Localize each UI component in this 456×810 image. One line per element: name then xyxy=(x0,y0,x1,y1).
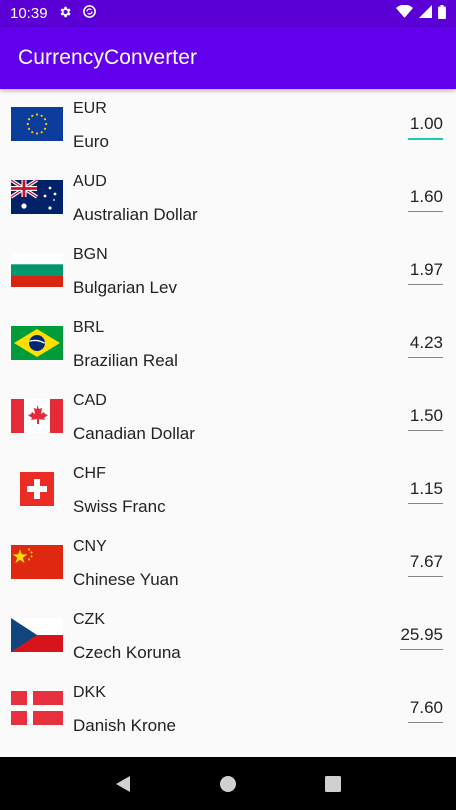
currency-row-dkk[interactable]: DKK Danish Krone 7.60 xyxy=(0,673,456,746)
bulgaria-flag-icon xyxy=(11,253,63,287)
brazil-flag-icon xyxy=(11,326,63,360)
home-icon[interactable] xyxy=(213,769,243,799)
amount-input-brl[interactable]: 4.23 xyxy=(408,333,443,358)
currency-name: Danish Krone xyxy=(73,716,177,735)
sync-icon xyxy=(82,4,97,23)
status-bar: 10:39 xyxy=(0,0,456,27)
currency-code: EUR xyxy=(73,100,107,117)
currency-name: Euro xyxy=(73,132,109,151)
back-icon[interactable] xyxy=(108,769,138,799)
currency-name: Swiss Franc xyxy=(73,497,166,516)
currency-name: Chinese Yuan xyxy=(73,570,179,589)
app-bar: CurrencyConverter xyxy=(0,27,456,89)
recents-icon[interactable] xyxy=(318,769,348,799)
currency-name: Australian Dollar xyxy=(73,205,198,224)
currency-code: DKK xyxy=(73,684,106,701)
amount-input-czk[interactable]: 25.95 xyxy=(400,625,443,650)
settings-icon xyxy=(58,5,72,23)
currency-row-bgn[interactable]: BGN Bulgarian Lev 1.97 xyxy=(0,235,456,308)
denmark-flag-icon xyxy=(11,691,63,725)
currency-list: EUR Euro 1.00 AUD Australian Dollar 1.60 xyxy=(0,89,456,757)
currency-row-cad[interactable]: CAD Canadian Dollar 1.50 xyxy=(0,381,456,454)
currency-row-eur[interactable]: EUR Euro 1.00 xyxy=(0,89,456,162)
canada-flag-icon xyxy=(11,399,63,433)
currency-code: AUD xyxy=(73,173,107,190)
wifi-icon xyxy=(396,4,413,22)
signal-icon xyxy=(419,5,432,22)
australia-flag-icon xyxy=(11,180,63,214)
status-time: 10:39 xyxy=(10,5,48,22)
currency-code: BGN xyxy=(73,246,108,263)
currency-code: BRL xyxy=(73,319,105,336)
amount-input-bgn[interactable]: 1.97 xyxy=(408,260,443,285)
czech-flag-icon xyxy=(11,618,63,652)
currency-row-czk[interactable]: CZK Czech Koruna 25.95 xyxy=(0,600,456,673)
amount-input-cad[interactable]: 1.50 xyxy=(408,406,443,431)
currency-code: CZK xyxy=(73,611,105,628)
switzerland-flag-icon xyxy=(11,472,63,506)
currency-code: CAD xyxy=(73,392,107,409)
amount-input-dkk[interactable]: 7.60 xyxy=(408,698,443,723)
amount-input-aud[interactable]: 1.60 xyxy=(408,187,443,212)
battery-icon xyxy=(438,4,446,23)
currency-name: Canadian Dollar xyxy=(73,424,195,443)
amount-input-eur[interactable]: 1.00 xyxy=(408,114,443,140)
amount-input-cny[interactable]: 7.67 xyxy=(408,552,443,577)
currency-name: Brazilian Real xyxy=(73,351,178,370)
currency-row-chf[interactable]: CHF Swiss Franc 1.15 xyxy=(0,454,456,527)
currency-code: CNY xyxy=(73,538,107,555)
navigation-bar xyxy=(0,757,456,810)
eu-flag-icon xyxy=(11,107,63,141)
app-title: CurrencyConverter xyxy=(18,46,198,69)
currency-code: CHF xyxy=(73,465,106,482)
currency-name: Czech Koruna xyxy=(73,643,181,662)
china-flag-icon xyxy=(11,545,63,579)
currency-name: Bulgarian Lev xyxy=(73,278,177,297)
currency-row-cny[interactable]: CNY Chinese Yuan 7.67 xyxy=(0,527,456,600)
amount-input-chf[interactable]: 1.15 xyxy=(408,479,443,504)
currency-row-brl[interactable]: BRL Brazilian Real 4.23 xyxy=(0,308,456,381)
currency-row-aud[interactable]: AUD Australian Dollar 1.60 xyxy=(0,162,456,235)
